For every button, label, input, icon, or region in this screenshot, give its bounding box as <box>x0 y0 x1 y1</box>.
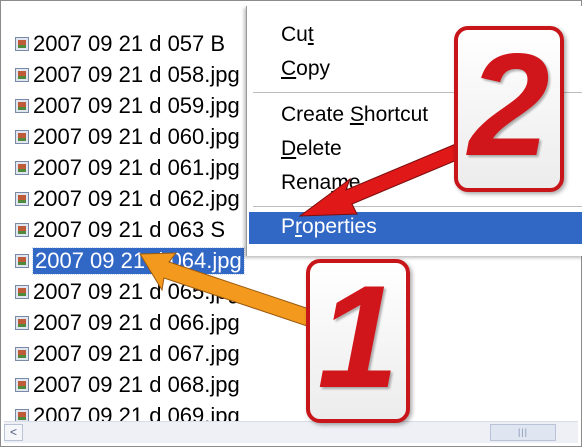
callout-number: 1 <box>317 255 399 418</box>
arrow-to-selected-file <box>139 252 319 329</box>
callout-step-1: 1 <box>306 255 410 423</box>
arrow-to-properties <box>298 137 477 217</box>
callout-number: 2 <box>468 23 550 186</box>
callout-step-2: 2 <box>454 23 564 192</box>
